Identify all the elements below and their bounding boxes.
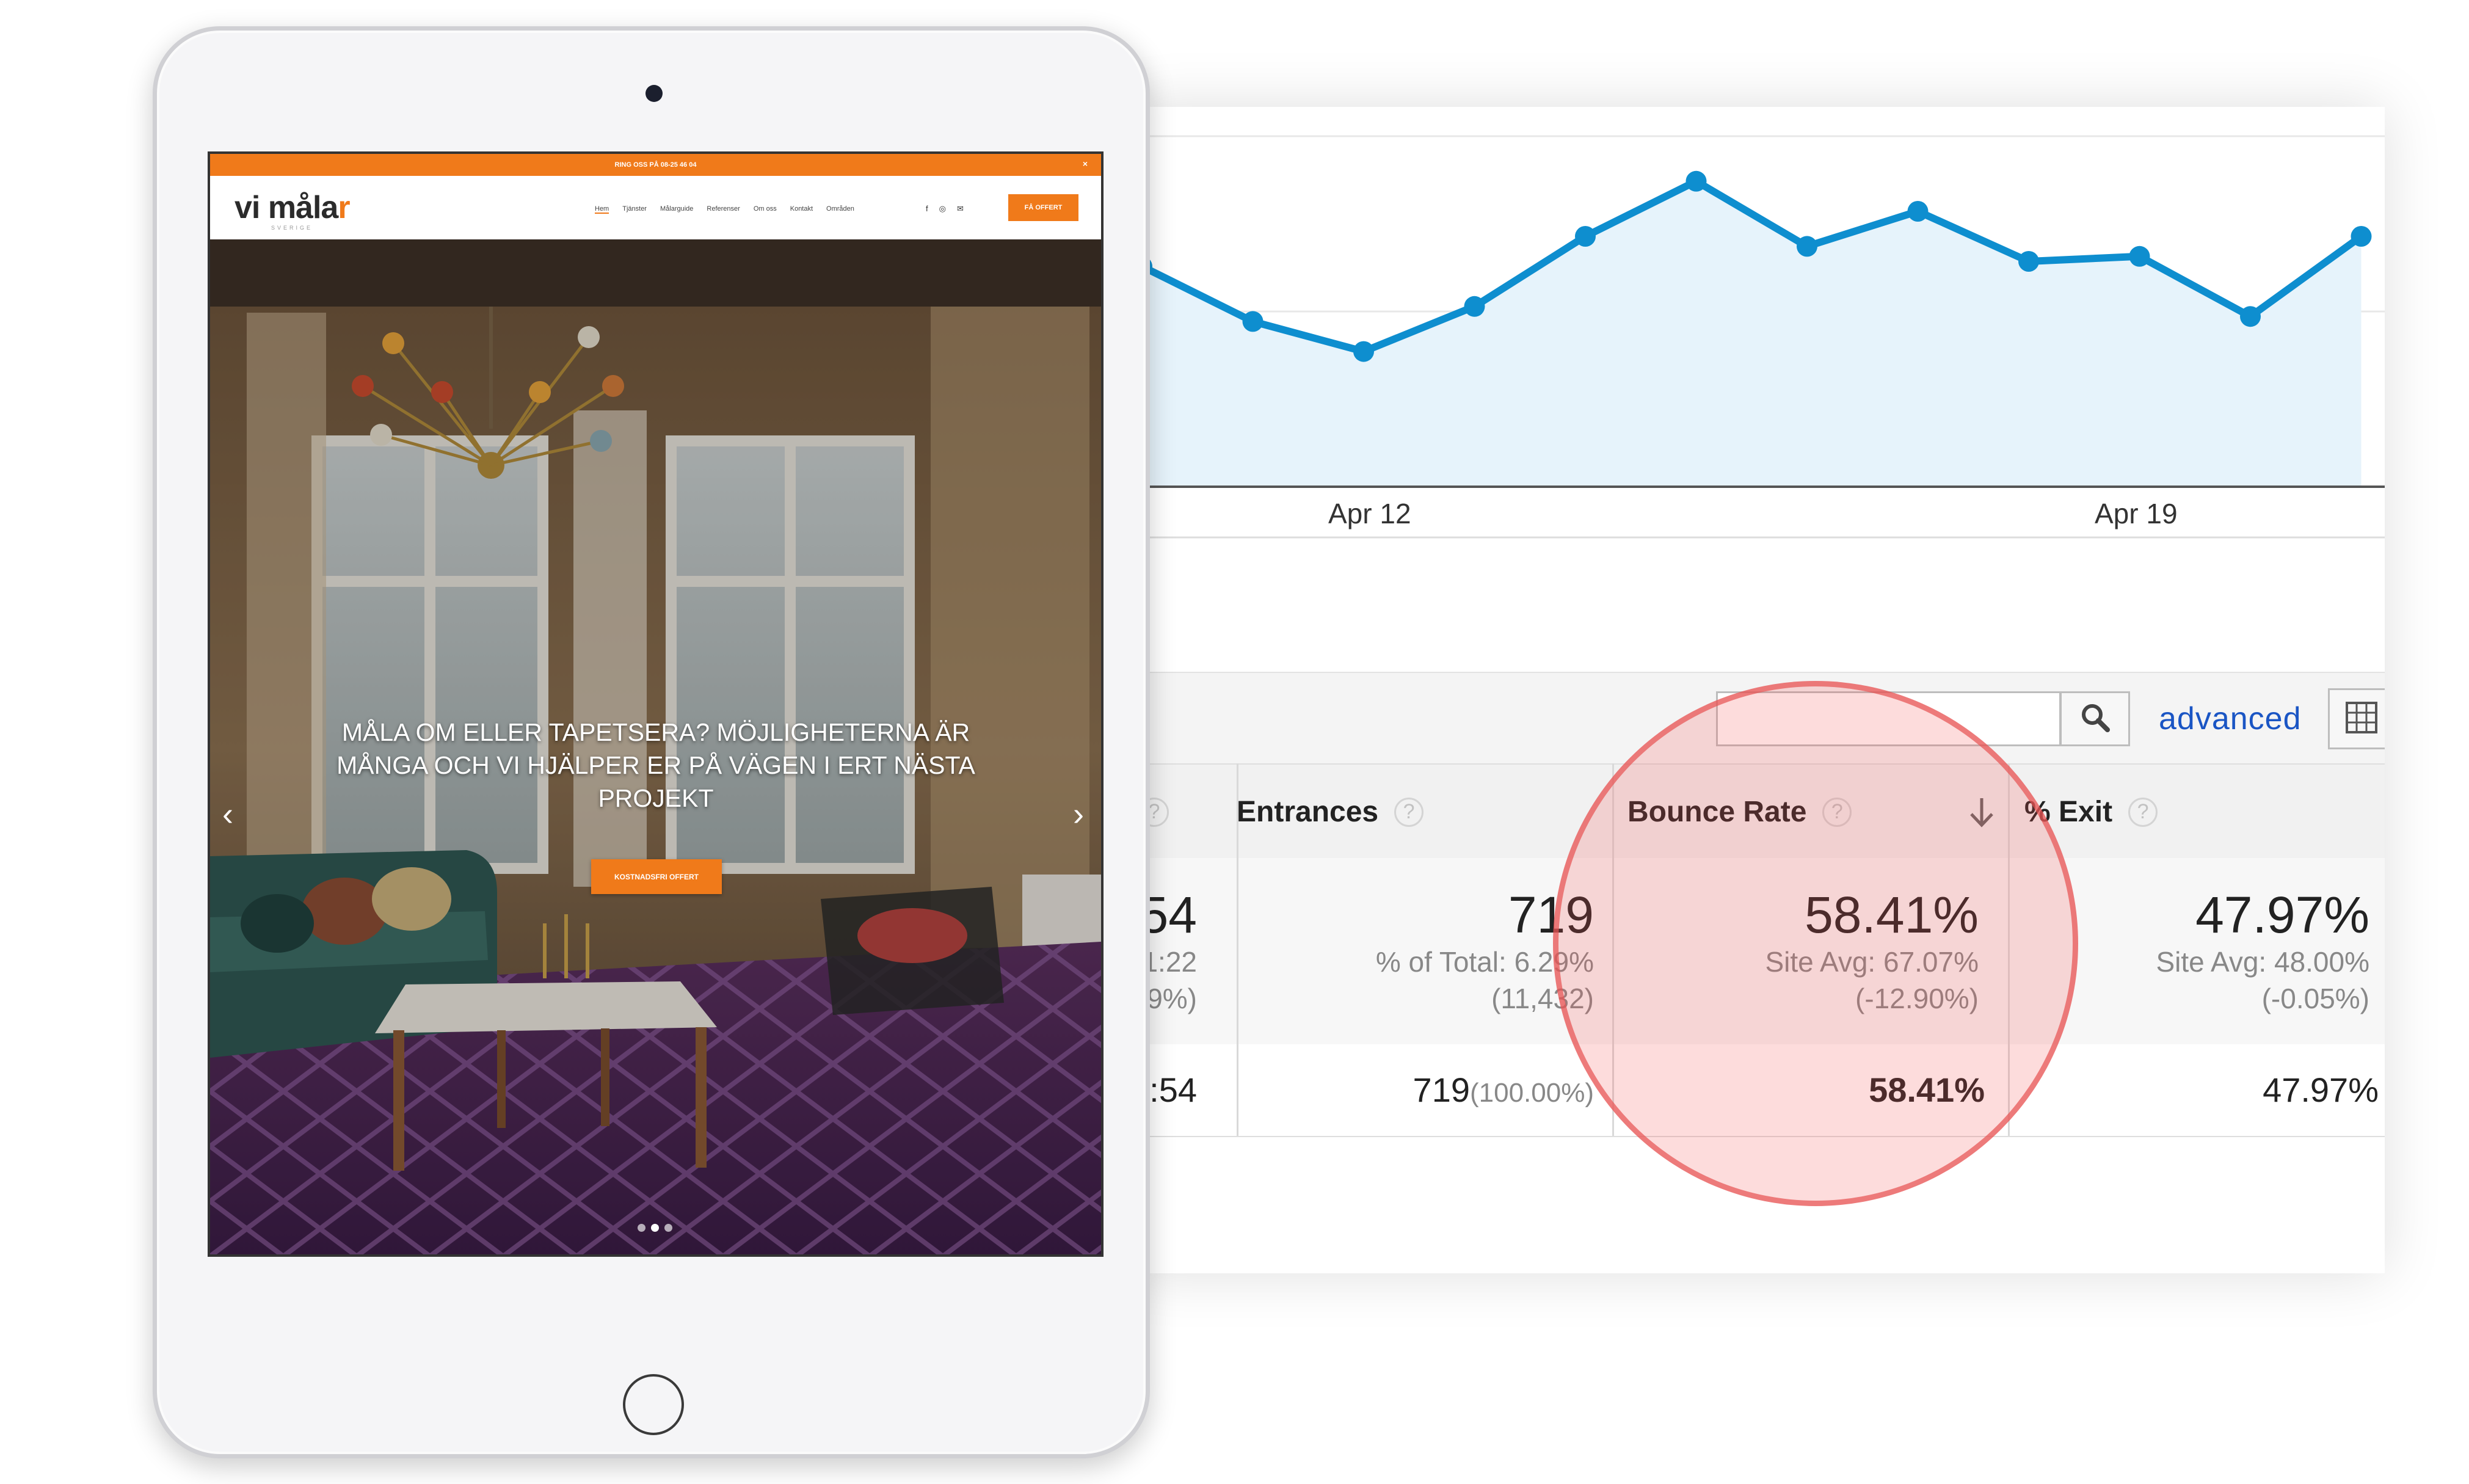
summary-exit-diff: (-0.05%) — [2261, 983, 2369, 1014]
summary-bounce-rate-site-avg: Site Avg: 67.07% — [1765, 946, 1979, 978]
chart-data-point[interactable] — [2129, 246, 2150, 267]
nav-item-about[interactable]: Om oss — [754, 205, 777, 214]
chart-data-point[interactable] — [1242, 311, 1264, 332]
chart-data-point[interactable] — [1575, 226, 1596, 247]
table-summary-row: :54 01:22 59%) 719 % of Total: 6.29% (11… — [1130, 858, 2385, 1046]
summary-entrances-total: (11,432) — [1491, 983, 1594, 1014]
topbar-phone-text[interactable]: RING OSS PÅ 08-25 46 04 — [615, 161, 697, 169]
row-entrances-count: 719 — [1413, 1071, 1470, 1109]
logo-text: vi måla — [235, 190, 338, 225]
column-header-label: % Exit — [2024, 796, 2113, 828]
instagram-icon[interactable]: ◎ — [939, 204, 946, 214]
chart-data-point[interactable] — [1464, 296, 1485, 317]
chevron-left-icon[interactable]: ‹ — [222, 795, 233, 833]
row-entrances-percent: (100.00%) — [1469, 1078, 1594, 1108]
row-entrances-value: 719(100.00%) — [1289, 1070, 1594, 1110]
nav-item-areas[interactable]: Områden — [826, 205, 854, 214]
chart-data-point[interactable] — [1685, 170, 1707, 192]
logo-accent: r — [338, 190, 350, 225]
facebook-icon[interactable]: f — [926, 204, 928, 214]
logo-subtitle: SVERIGE — [271, 225, 313, 231]
summary-entrances-share: % of Total: 6.29% — [1375, 946, 1594, 978]
trend-chart: Apr 12 Apr 19 — [1130, 135, 2385, 539]
help-icon[interactable]: ? — [1394, 797, 1424, 827]
search-icon — [2079, 701, 2112, 737]
site-logo[interactable]: vi målar — [235, 189, 351, 226]
hero-headline: MÅLA OM ELLER TAPETSERA? MÖJLIGHETERNA Ä… — [336, 718, 975, 812]
search-button[interactable] — [2060, 691, 2130, 746]
summary-exit-value: 47.97% — [2195, 886, 2369, 944]
front-camera — [645, 85, 663, 102]
column-header-label: Entrances — [1237, 796, 1379, 828]
chart-data-point[interactable] — [2018, 251, 2039, 272]
chart-data-point[interactable] — [1797, 236, 1817, 257]
table-row[interactable]: 01:54 719(100.00%) 58.41% 47.97% — [1130, 1044, 2385, 1137]
chart-data-point[interactable] — [1353, 341, 1374, 362]
column-header-label: Bounce Rate — [1627, 796, 1807, 828]
arrow-down-icon[interactable] — [1968, 796, 1996, 829]
column-header-exit[interactable]: % Exit ? — [2024, 765, 2158, 859]
chart-data-point[interactable] — [1907, 201, 1929, 222]
chart-area-fill — [1142, 181, 2362, 487]
close-icon[interactable]: × — [1083, 159, 1088, 169]
site-header: vi målar SVERIGE Hem Tjänster Målarguide… — [210, 176, 1101, 239]
home-button[interactable] — [623, 1374, 684, 1435]
nav-item-home[interactable]: Hem — [595, 205, 609, 214]
ipad-screen: RING OSS PÅ 08-25 46 04 × vi målar SVERI… — [208, 151, 1104, 1257]
summary-bounce-rate-diff: (-12.90%) — [1855, 983, 1979, 1014]
nav-item-references[interactable]: Referenser — [707, 205, 740, 214]
summary-exit-site-avg: Site Avg: 48.00% — [2156, 946, 2369, 978]
summary-entrances-value: 719 — [1508, 886, 1594, 944]
social-links: f ◎ ✉ — [926, 204, 964, 214]
column-header-entrances[interactable]: Entrances ? — [1237, 765, 1424, 859]
chevron-right-icon[interactable]: › — [1073, 795, 1084, 833]
chart-data-point[interactable] — [2240, 306, 2261, 327]
hero-slider: MÅLA OM ELLER TAPETSERA? MÖJLIGHETERNA Ä… — [210, 239, 1101, 1254]
promo-topbar: RING OSS PÅ 08-25 46 04 × — [210, 154, 1101, 176]
summary-bounce-rate-value: 58.41% — [1805, 886, 1979, 944]
filter-input[interactable] — [1716, 691, 2061, 746]
row-exit-value: 47.97% — [2263, 1071, 2379, 1109]
slider-dot[interactable] — [638, 1224, 645, 1232]
x-tick-label: Apr 12 — [1328, 498, 1411, 529]
table-filter-bar: advanced — [1130, 672, 2385, 765]
analytics-panel: Apr 12 Apr 19 advanced ? Entrances ? Bou… — [1130, 107, 2385, 1273]
mail-icon[interactable]: ✉ — [957, 204, 964, 214]
help-icon[interactable]: ? — [1822, 797, 1852, 827]
main-nav: Hem Tjänster Målarguide Referenser Om os… — [595, 205, 854, 214]
slider-dot[interactable] — [651, 1224, 659, 1232]
nav-item-painting-guide[interactable]: Målarguide — [660, 205, 693, 214]
slider-dot[interactable] — [664, 1224, 672, 1232]
slider-dots — [638, 1224, 672, 1232]
free-quote-button[interactable]: KOSTNADSFRI OFFERT — [591, 859, 722, 894]
chart-data-point[interactable] — [2351, 226, 2372, 247]
x-tick-label: Apr 19 — [2095, 498, 2178, 529]
advanced-filter-link[interactable]: advanced — [2159, 700, 2302, 737]
nav-item-contact[interactable]: Kontakt — [790, 205, 813, 214]
nav-item-services[interactable]: Tjänster — [622, 205, 647, 214]
table-header-row: ? Entrances ? Bounce Rate ? % Exit ? — [1130, 763, 2385, 860]
get-quote-button[interactable]: FÅ OFFERT — [1008, 194, 1078, 221]
column-divider — [1612, 763, 1614, 1136]
ipad-device: RING OSS PÅ 08-25 46 04 × vi målar SVERI… — [153, 26, 1150, 1458]
column-header-bounce-rate[interactable]: Bounce Rate ? — [1627, 765, 1996, 859]
table-view-button[interactable] — [2328, 688, 2385, 749]
table-view-icon — [2344, 700, 2379, 738]
column-divider — [1237, 763, 1238, 1136]
row-bounce-rate-value: 58.41% — [1869, 1071, 1985, 1109]
column-divider — [2008, 763, 2010, 1136]
help-icon[interactable]: ? — [2128, 797, 2158, 827]
